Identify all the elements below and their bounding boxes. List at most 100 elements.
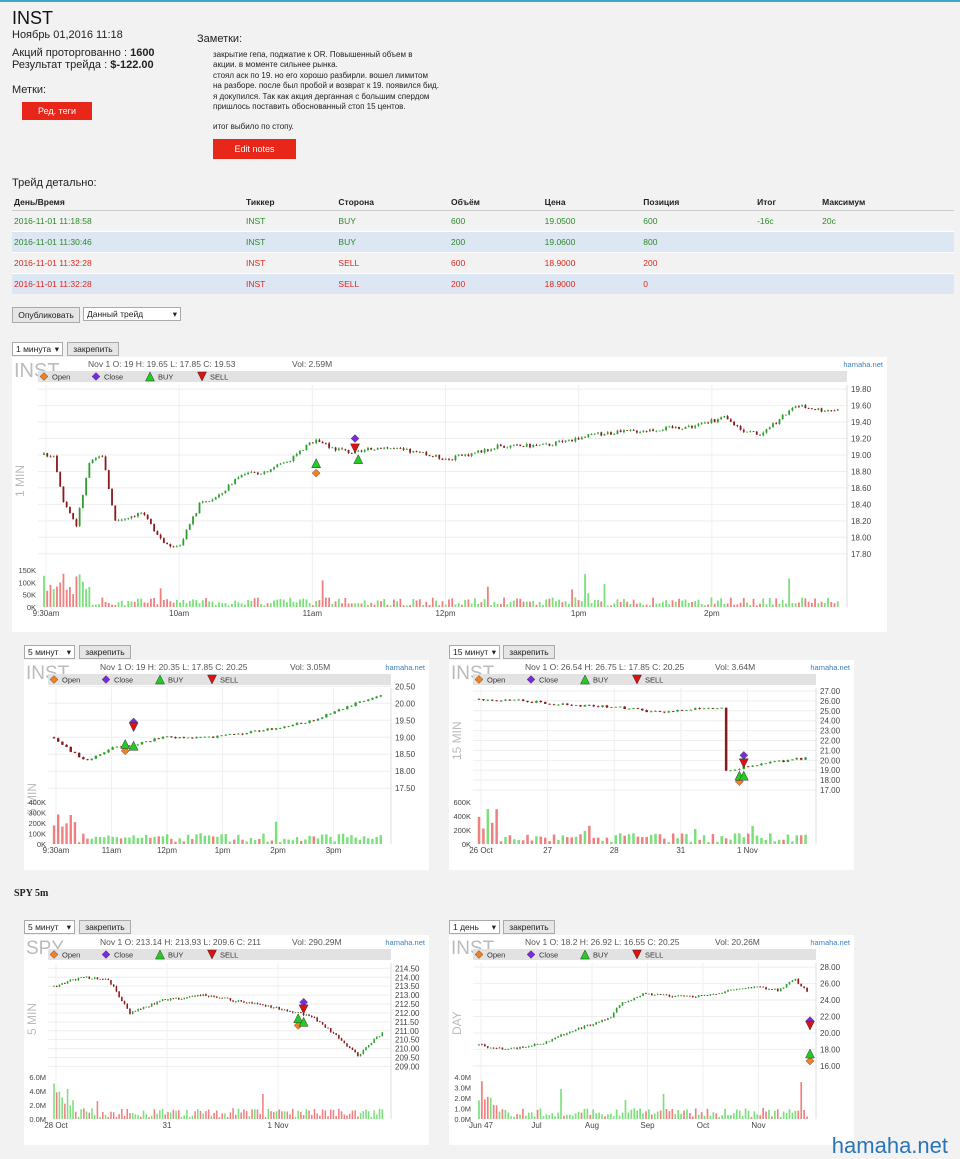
candle-body [170,736,173,738]
candle-body [435,454,437,457]
candle-body [727,990,729,992]
volume-bar [607,1114,609,1119]
candle-body [481,1044,483,1046]
candle-body [633,997,636,1001]
pin-button-5[interactable]: закрепить [503,920,555,934]
candle-body [735,989,738,990]
pin-button-3[interactable]: закрепить [503,645,555,659]
volume-bar [756,1114,759,1119]
y-tick-label: 212.50 [395,1000,420,1009]
pin-button-4[interactable]: закрепить [79,920,131,934]
volume-bar [251,1109,253,1119]
volume-bar [774,1110,776,1119]
volume-bar [665,1109,668,1119]
volume-bar [786,834,790,844]
volume-bar [590,603,593,607]
table-row: 2016-11-01 11:32:28 INST SELL 200 18.9000 0 [12,273,954,294]
volume-bar [272,1112,275,1119]
publish-button[interactable]: Опубликовать [12,307,80,323]
volume-bar [212,836,215,844]
volume-bar [823,603,826,607]
volume-bar [501,1109,504,1119]
candle-body [687,425,690,427]
volume-bar [195,834,198,844]
interval-select-3[interactable]: 15 минут ▾ [449,645,500,659]
volume-bar [58,1091,61,1119]
candle-body [721,993,723,994]
candle-body [495,700,498,702]
volume-bar [161,1108,164,1119]
volume-bar [153,1109,156,1119]
chart-side-label: 15 MIN [450,721,464,760]
candle-body [680,995,682,997]
candle-body [710,419,713,423]
volume-bar [86,838,89,844]
volume-bar [371,838,374,844]
interval-select-4[interactable]: 5 минут ▾ [24,920,75,934]
candle-body [58,984,61,987]
volume-bar [169,1112,172,1119]
volume-bar [619,601,622,607]
volume-bar [533,1116,536,1119]
candle-body [221,997,223,999]
candle-body [371,698,374,700]
volume-bar [295,837,299,844]
chevron-down-icon: ▾ [54,343,59,354]
candle-body [680,709,684,711]
volume-bar [691,1116,694,1119]
candle-body [140,742,144,745]
volume-bar [749,605,752,607]
volume-bar [199,1110,202,1119]
volume-bar [548,841,551,844]
volume-bar [615,1109,618,1119]
candle-body [609,1017,612,1019]
volume-tick-label: 6.0M [29,1073,46,1082]
candle-body [69,979,72,982]
x-tick-label: 31 [163,1121,172,1130]
candle-body [263,471,266,474]
edit-tags-button[interactable]: Ред. теги [22,102,92,120]
volume-bar [598,1112,600,1119]
volume-bar [435,600,437,607]
pin-button-2[interactable]: закрепить [79,645,131,659]
volume-bar [348,1113,351,1119]
volume-bar [344,598,347,607]
volume-bar [481,1081,483,1119]
edit-notes-button[interactable]: Edit notes [213,139,296,159]
candle-body [720,707,723,709]
candle-body [69,507,71,514]
candle-body [73,751,77,753]
volume-bar [56,814,60,844]
volume-bar [149,837,152,844]
trade-details-title: Трейд детально: [12,177,97,189]
volume-bar [613,603,616,607]
volume-bar [357,1116,359,1119]
interval-value: 15 минут [453,647,489,657]
volume-bar [335,1116,337,1119]
volume-bar [237,1108,240,1119]
volume-bar [300,840,303,844]
trade-filter-select[interactable]: Данный трейд ▾ [83,307,181,321]
volume-bar [807,601,810,607]
candle-body [671,996,674,998]
interval-select-5[interactable]: 1 день ▾ [449,920,500,934]
candle-body [258,730,261,732]
table-cell [820,252,954,274]
candle-body [335,1033,337,1035]
volume-bar [513,1116,515,1119]
candle-body [788,410,791,415]
volume-bar [592,1109,595,1119]
candle-body [62,486,65,503]
volume-bar [799,835,803,844]
candle-body [129,1008,131,1015]
volume-bar [693,829,697,844]
volume-bar [182,599,185,607]
interval-select-1[interactable]: 1 минута ▾ [12,342,63,356]
candle-body [240,474,243,478]
pin-button-1[interactable]: закрепить [67,342,119,356]
interval-select-2[interactable]: 5 минут ▾ [24,645,75,659]
volume-bar [698,839,701,844]
candle-body [169,544,172,547]
candle-body [504,699,507,701]
volume-bar [776,1109,779,1119]
